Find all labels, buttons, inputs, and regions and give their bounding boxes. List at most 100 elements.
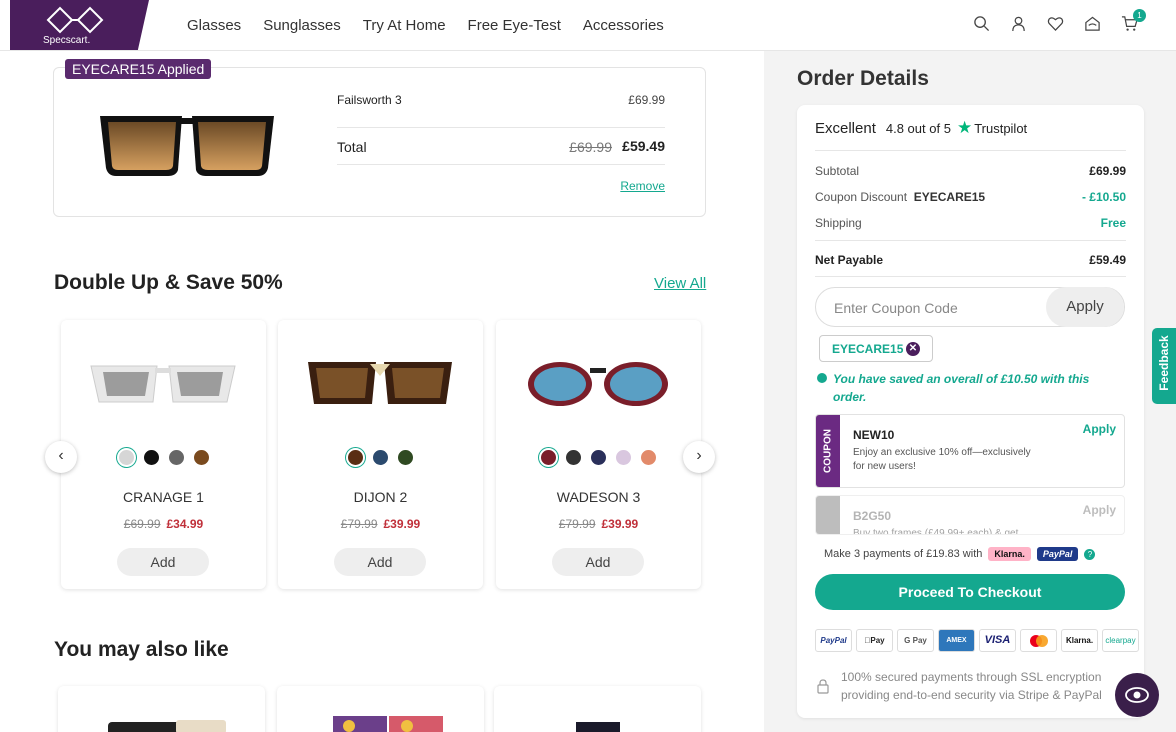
logo-mark-icon <box>46 6 104 34</box>
chat-widget-button[interactable] <box>1115 673 1159 717</box>
also-like-title: You may also like <box>54 638 229 661</box>
star-icon: ★ <box>956 118 973 137</box>
swatch-tortoise[interactable] <box>348 450 363 465</box>
add-button[interactable]: Add <box>334 548 426 576</box>
swatch-grey[interactable] <box>168 450 184 465</box>
swatch-green[interactable] <box>398 450 413 465</box>
home-try-icon[interactable] <box>1084 15 1101 32</box>
swatch-navy[interactable] <box>373 450 388 465</box>
trustpilot-brand: Trustpilot <box>974 120 1028 136</box>
remove-link[interactable]: Remove <box>620 179 665 193</box>
savings-message: You have saved an overall of £10.50 with… <box>817 370 1117 406</box>
klarna-badge: Klarna. <box>988 547 1031 561</box>
coupon-apply-link[interactable]: Apply <box>1083 422 1116 436</box>
product-prices: £69.99 £34.99 <box>61 517 266 531</box>
apply-coupon-button[interactable]: Apply <box>1046 287 1124 327</box>
product-name: DIJON 2 <box>353 489 408 505</box>
remove-coupon-icon[interactable]: ✕ <box>906 342 920 356</box>
color-swatches <box>496 450 701 465</box>
chevron-left-icon: ‹ <box>58 447 64 464</box>
feedback-label: Feedback <box>1157 335 1171 391</box>
cart-button[interactable]: 1 <box>1121 9 1146 32</box>
discount-label: Coupon Discount <box>815 190 908 204</box>
order-details-title: Order Details <box>797 67 929 90</box>
coupon-description: Buy two frames (£49.99+ each) & get <box>853 528 1019 535</box>
brand-logo[interactable]: Specscart. <box>10 0 149 50</box>
carousel-next-button[interactable]: › <box>683 441 715 473</box>
coupon-code: B2G50 <box>853 509 892 523</box>
total-label: Total <box>337 139 367 155</box>
view-all-link[interactable]: View All <box>654 275 706 292</box>
swatch-peach[interactable] <box>641 450 656 465</box>
shipping-label: Shipping <box>815 216 862 230</box>
divider <box>815 276 1126 277</box>
item-price: £69.99 <box>628 93 665 107</box>
nav-try-at-home[interactable]: Try At Home <box>363 17 446 34</box>
product-prices: £79.99 £39.99 <box>496 517 701 531</box>
divider <box>337 127 665 128</box>
carousel-prev-button[interactable]: ‹ <box>45 441 77 473</box>
cart-item-card: Failsworth 3 £69.99 Total £69.99 £59.49 … <box>53 67 706 217</box>
applied-coupon-chip: EYECARE15 ✕ <box>819 335 933 362</box>
coupon-side-label: COUPON <box>823 526 834 534</box>
old-price: £69.99 <box>123 517 161 531</box>
coupon-side-label: COUPON <box>822 429 834 473</box>
net-payable-value: £59.49 <box>1089 253 1126 267</box>
savings-text: You have saved an overall of £10.50 with… <box>833 372 1090 404</box>
trustpilot-label: Excellent <box>815 119 876 137</box>
lock-icon <box>817 679 829 694</box>
swatch-brown[interactable] <box>193 450 209 465</box>
paypal-icon: PayPal <box>815 629 852 652</box>
product-card[interactable] <box>494 686 701 732</box>
mastercard-logo <box>1029 635 1048 647</box>
subtotal-row: Subtotal £69.99 <box>815 164 1126 178</box>
swatch-black[interactable] <box>143 450 159 465</box>
coupon-side-band: COUPON <box>816 415 840 487</box>
visa-icon: VISA <box>979 629 1016 652</box>
header-icons: 1 <box>973 9 1146 32</box>
add-button[interactable]: Add <box>117 548 209 576</box>
swatch-clear[interactable] <box>118 450 134 465</box>
eye-icon <box>1125 687 1149 703</box>
product-image <box>108 720 226 732</box>
product-card[interactable] <box>58 686 265 732</box>
mastercard-icon <box>1020 629 1057 652</box>
main-nav: Glasses Sunglasses Try At Home Free Eye-… <box>187 17 664 34</box>
coupon-placeholder: Enter Coupon Code <box>834 300 958 316</box>
product-card[interactable]: DIJON 2 £79.99 £39.99 Add <box>278 320 483 589</box>
product-image <box>308 362 452 404</box>
total-old-price: £69.99 <box>569 139 612 155</box>
add-button[interactable]: Add <box>552 548 644 576</box>
coupon-apply-link[interactable]: Apply <box>1083 503 1116 517</box>
user-icon[interactable] <box>1010 15 1027 32</box>
divider <box>815 240 1126 241</box>
check-icon <box>817 373 827 383</box>
nav-free-eye-test[interactable]: Free Eye-Test <box>468 17 561 34</box>
feedback-tab[interactable]: Feedback <box>1152 328 1176 404</box>
applied-coupon-code: EYECARE15 <box>832 342 904 356</box>
color-swatches <box>61 450 266 465</box>
nav-sunglasses[interactable]: Sunglasses <box>263 17 341 34</box>
search-icon[interactable] <box>973 15 990 32</box>
product-card[interactable]: CRANAGE 1 £69.99 £34.99 Add <box>61 320 266 589</box>
coupon-offer: COUPON B2G50 Buy two frames (£49.99+ eac… <box>815 495 1125 535</box>
order-summary-card: Excellent 4.8 out of 5 ★ Trustpilot Subt… <box>797 105 1144 718</box>
swatch-red[interactable] <box>541 450 556 465</box>
klarna-icon: Klarna. <box>1061 629 1098 652</box>
nav-accessories[interactable]: Accessories <box>583 17 664 34</box>
site-header: Specscart. Glasses Sunglasses Try At Hom… <box>0 0 1176 51</box>
coupon-code-input[interactable]: Enter Coupon Code Apply <box>815 287 1125 327</box>
help-icon[interactable]: ? <box>1084 548 1096 560</box>
proceed-to-checkout-button[interactable]: Proceed To Checkout <box>815 574 1125 610</box>
trustpilot-score: 4.8 out of 5 <box>885 120 951 136</box>
swatch-blue[interactable] <box>591 450 606 465</box>
product-card[interactable]: WADESON 3 £79.99 £39.99 Add <box>496 320 701 589</box>
nav-glasses[interactable]: Glasses <box>187 17 241 34</box>
swatch-lilac[interactable] <box>616 450 631 465</box>
klarna-installments: Make 3 payments of £19.83 with Klarna. P… <box>824 547 1096 561</box>
product-card[interactable] <box>277 686 484 732</box>
swatch-black-white[interactable] <box>566 450 581 465</box>
google-pay-icon: G Pay <box>897 629 934 652</box>
heart-icon[interactable] <box>1047 15 1064 32</box>
coupon-applied-tag: EYECARE15 Applied <box>65 59 212 79</box>
